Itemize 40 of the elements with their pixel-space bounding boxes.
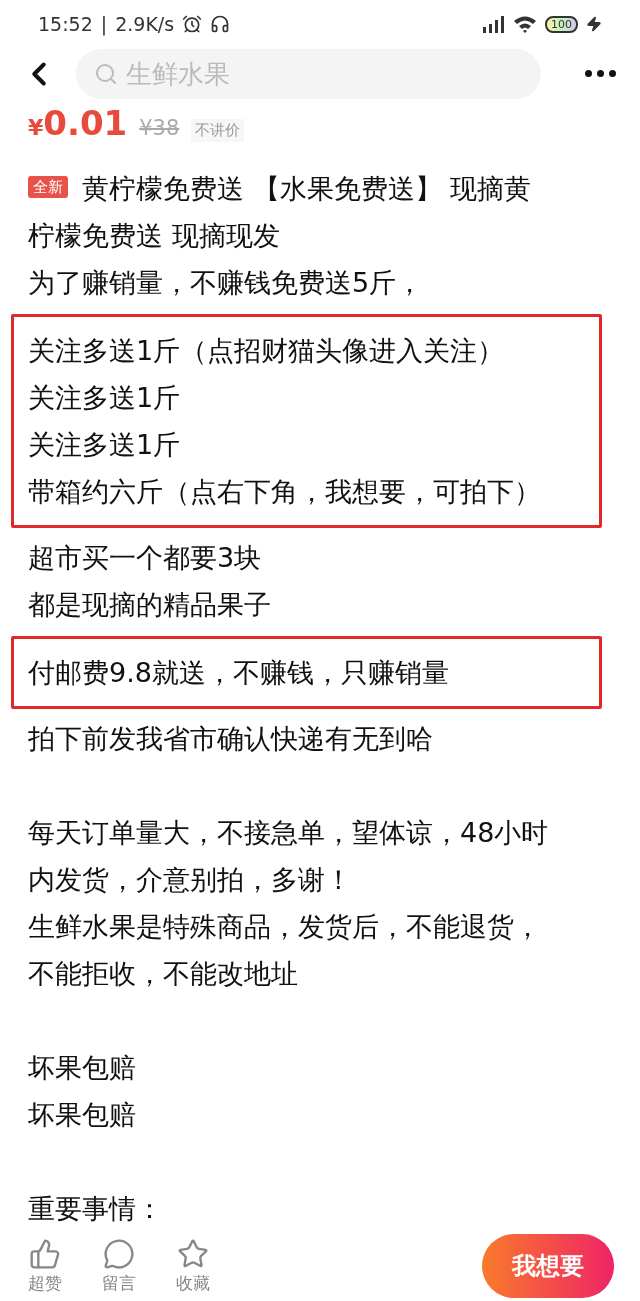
headphones-icon bbox=[210, 14, 231, 35]
signal-icon bbox=[481, 15, 505, 34]
network-speed: 2.9K/s bbox=[115, 13, 175, 36]
description-line: 拍下前发我省市确认快递有无到哈 bbox=[28, 722, 433, 754]
thumbs-up-icon bbox=[29, 1237, 61, 1270]
comment-button[interactable]: 留言 bbox=[102, 1237, 136, 1295]
more-button[interactable] bbox=[585, 70, 616, 78]
title-line: 柠檬免费送 现摘现发 bbox=[28, 219, 280, 251]
want-button[interactable]: 我想要 bbox=[482, 1234, 614, 1299]
speech-bubble-icon bbox=[103, 1237, 135, 1270]
description-line: 关注多送1斤 bbox=[28, 381, 181, 413]
favorite-button[interactable]: 收藏 bbox=[176, 1237, 210, 1295]
description-line: 关注多送1斤 bbox=[28, 428, 181, 460]
description-line: 重要事情： bbox=[28, 1192, 163, 1224]
description-line: 坏果包赔 bbox=[28, 1051, 136, 1083]
status-divider: | bbox=[100, 13, 108, 36]
battery-level: 100 bbox=[545, 15, 578, 33]
current-price: ¥0.01 bbox=[28, 102, 128, 143]
original-price: ¥38 bbox=[139, 115, 180, 140]
search-field[interactable]: 生鲜水果 bbox=[76, 48, 541, 99]
description-line: 坏果包赔 bbox=[28, 1098, 136, 1130]
description-line: 带箱约六斤（点右下角，我想要，可拍下） bbox=[28, 475, 541, 507]
condition-badge: 全新 bbox=[28, 175, 68, 198]
description-line: 不能拒收，不能改地址 bbox=[28, 957, 298, 989]
description-line: 每天订单量大，不接急单，望体谅，48小时 bbox=[28, 816, 549, 848]
wifi-icon bbox=[513, 15, 537, 34]
charging-icon bbox=[586, 16, 602, 33]
star-icon bbox=[177, 1237, 209, 1270]
description-line: 关注多送1斤（点招财猫头像进入关注） bbox=[28, 334, 505, 366]
description-line: 都是现摘的精品果子 bbox=[28, 588, 271, 620]
alarm-icon bbox=[182, 14, 203, 35]
like-button[interactable]: 超赞 bbox=[28, 1237, 62, 1295]
title-line: 黄柠檬免费送 【水果免费送】 现摘黄 bbox=[82, 172, 532, 204]
status-time: 15:52 bbox=[38, 13, 93, 36]
description-line: 超市买一个都要3块 bbox=[28, 541, 262, 573]
description-line: 生鲜水果是特殊商品，发货后，不能退货， bbox=[28, 910, 541, 942]
description-line: 内发货，介意别拍，多谢！ bbox=[28, 863, 352, 895]
description-line: 为了赚销量，不赚钱免费送5斤， bbox=[28, 266, 424, 298]
description-line: 付邮费9.8就送，不赚钱，只赚销量 bbox=[28, 656, 449, 688]
no-bargain-tag: 不讲价 bbox=[191, 118, 245, 142]
